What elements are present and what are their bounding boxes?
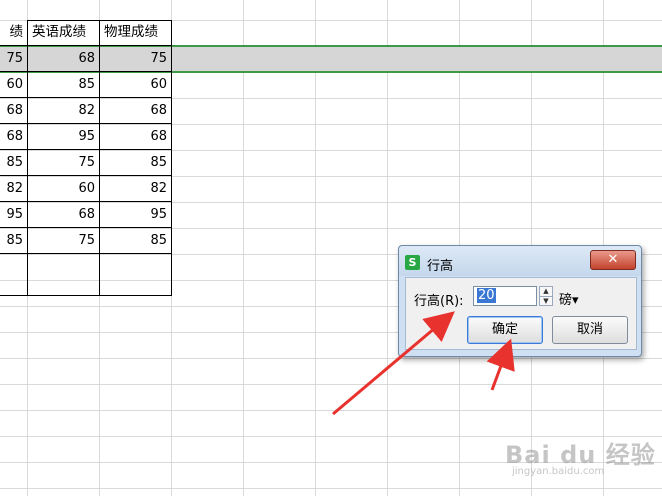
baidu-watermark: Bai du 经验 bbox=[505, 441, 656, 469]
arrow-to-ok-icon bbox=[486, 338, 515, 391]
arrow-to-input-icon bbox=[332, 311, 455, 416]
baidu-watermark-url: jingyan.baidu.com bbox=[512, 466, 605, 477]
annotation-arrows bbox=[332, 311, 515, 416]
